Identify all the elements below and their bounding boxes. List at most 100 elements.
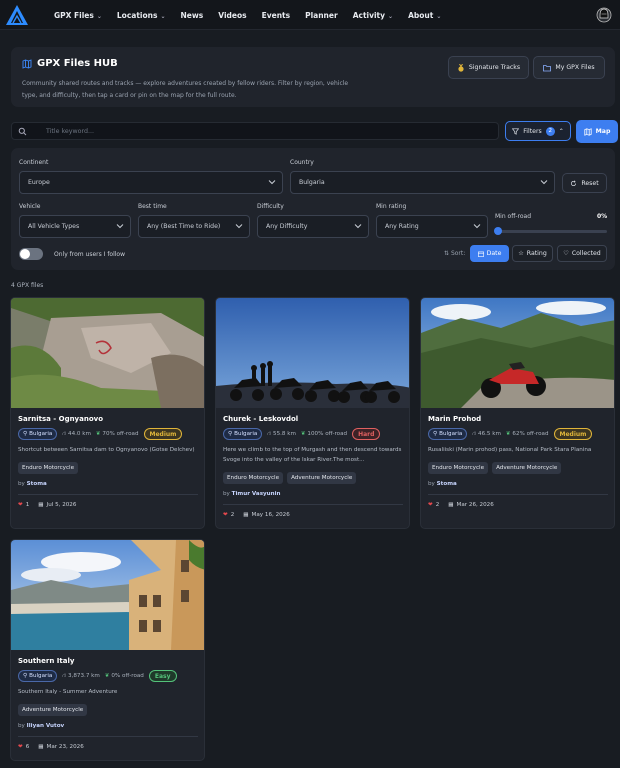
heart-icon: ❤ bbox=[223, 512, 228, 518]
card-date: ▦ Mar 26, 2026 bbox=[448, 502, 494, 508]
likes-count[interactable]: ❤ 2 bbox=[428, 502, 439, 508]
card-description: Southern Italy - Summer Adventure bbox=[18, 689, 118, 695]
slider-thumb[interactable] bbox=[494, 227, 502, 235]
funnel-icon bbox=[512, 127, 520, 135]
offroad-stat: ❦ 62% off-road bbox=[505, 431, 549, 437]
site-logo-icon[interactable] bbox=[5, 4, 29, 26]
card-footer: ❤ 2 ▦ Mar 26, 2026 bbox=[428, 502, 494, 508]
min-offroad-label: Min off-road bbox=[495, 213, 532, 220]
author-link[interactable]: Stoma bbox=[437, 481, 457, 487]
card-title[interactable]: Southern Italy bbox=[18, 657, 74, 665]
calendar-icon: ▦ bbox=[448, 502, 454, 508]
difficulty-select[interactable]: Any Difficulty bbox=[257, 215, 369, 238]
gpx-card[interactable]: Southern Italy ⚲ Bulgaria ⛙ 3,873.7 km ❦ … bbox=[10, 539, 205, 761]
min-offroad-slider[interactable] bbox=[494, 227, 607, 235]
nav-videos[interactable]: Videos bbox=[218, 11, 246, 20]
card-tags: Adventure Motorcycle bbox=[18, 704, 88, 716]
reset-icon bbox=[571, 180, 577, 186]
likes-count[interactable]: ❤ 2 bbox=[223, 512, 234, 518]
chevron-down-icon bbox=[268, 180, 276, 185]
nav-events[interactable]: Events bbox=[262, 11, 291, 20]
distance-stat: ⛙ 3,873.7 km bbox=[62, 672, 100, 679]
heart-icon: ❤ bbox=[18, 502, 23, 508]
author-link[interactable]: Stoma bbox=[27, 481, 47, 487]
filters-button[interactable]: Filters 2 ⌃ bbox=[505, 121, 571, 141]
vehicle-label: Vehicle bbox=[19, 203, 41, 210]
card-author: by Timur Vasyunin bbox=[223, 491, 281, 497]
author-link[interactable]: Timur Vasyunin bbox=[232, 491, 281, 497]
sort-collected-button[interactable]: ♡ Collected bbox=[557, 245, 607, 262]
best-time-select[interactable]: Any (Best Time to Ride) bbox=[138, 215, 250, 238]
card-title[interactable]: Churek - Leskovdol bbox=[223, 415, 298, 423]
country-badge: ⚲ Bulgaria bbox=[223, 428, 263, 440]
difficulty-badge: Hard bbox=[352, 428, 381, 440]
gpx-card[interactable]: Sarnitsa - Ognyanovo ⚲ Bulgaria ⛙ 44.0 km… bbox=[10, 297, 205, 529]
distance-stat: ⛙ 55.8 km bbox=[267, 430, 296, 437]
vehicle-select[interactable]: All Vehicle Types bbox=[19, 215, 131, 238]
author-link[interactable]: Iliyan Vutov bbox=[27, 723, 65, 729]
pin-icon: ⚲ bbox=[23, 431, 28, 437]
card-image[interactable] bbox=[11, 540, 204, 650]
gpx-card[interactable]: Marin Prohod ⚲ Bulgaria ⛙ 46.5 km ❦ 62% o… bbox=[420, 297, 615, 529]
offroad-stat: ❦ 0% off-road bbox=[104, 673, 144, 679]
card-description: Rusaliiski (Marin prohod) pass, National… bbox=[428, 447, 592, 453]
card-title[interactable]: Sarnitsa - Ognyanovo bbox=[18, 415, 103, 423]
likes-count[interactable]: ❤ 1 bbox=[18, 502, 29, 508]
likes-count[interactable]: ❤ 6 bbox=[18, 744, 29, 750]
divider bbox=[18, 494, 198, 495]
vehicle-tag: Adventure Motorcycle bbox=[287, 472, 357, 484]
card-image[interactable] bbox=[216, 298, 409, 408]
signature-tracks-button[interactable]: Signature Tracks bbox=[448, 56, 529, 79]
sort-date-button[interactable]: Date bbox=[470, 245, 509, 262]
divider bbox=[18, 736, 198, 737]
follow-toggle[interactable] bbox=[19, 248, 43, 260]
map-button[interactable]: Map bbox=[576, 120, 618, 143]
chevron-down-icon: ⌄ bbox=[160, 12, 166, 20]
nav-locations[interactable]: Locations ⌄ bbox=[117, 11, 166, 20]
hub-header: GPX Files HUB Community shared routes an… bbox=[11, 47, 615, 107]
difficulty-badge: Easy bbox=[148, 670, 177, 682]
card-stats: ⚲ Bulgaria ⛙ 46.5 km ❦ 62% off-road Mediu… bbox=[428, 428, 593, 440]
search-input[interactable] bbox=[46, 124, 486, 138]
card-image[interactable] bbox=[421, 298, 614, 408]
country-select[interactable]: Bulgaria bbox=[290, 171, 555, 194]
gpx-card[interactable]: Churek - Leskovdol ⚲ Bulgaria ⛙ 55.8 km ❦… bbox=[215, 297, 410, 529]
card-image[interactable] bbox=[11, 298, 204, 408]
chevron-down-icon: ⌄ bbox=[388, 12, 394, 20]
calendar-icon: ▦ bbox=[243, 512, 249, 518]
card-title[interactable]: Marin Prohod bbox=[428, 415, 481, 423]
chevron-down-icon bbox=[540, 180, 548, 185]
my-gpx-files-button[interactable]: My GPX Files bbox=[533, 56, 605, 79]
folder-icon bbox=[543, 64, 552, 71]
nav-planner[interactable]: Planner bbox=[305, 11, 338, 20]
nav-gpx-files[interactable]: GPX Files ⌄ bbox=[54, 11, 102, 20]
chevron-down-icon bbox=[116, 224, 124, 229]
nav-about[interactable]: About ⌄ bbox=[408, 11, 441, 20]
user-avatar-icon[interactable] bbox=[596, 6, 612, 24]
distance-stat: ⛙ 44.0 km bbox=[62, 430, 91, 437]
country-badge: ⚲ Bulgaria bbox=[18, 670, 58, 682]
chevron-down-icon: ⌄ bbox=[436, 12, 442, 20]
leaf-icon: ❦ bbox=[104, 673, 110, 679]
leaf-icon: ❦ bbox=[505, 431, 511, 437]
reset-button[interactable]: Reset bbox=[562, 173, 607, 193]
country-badge: ⚲ Bulgaria bbox=[428, 428, 468, 440]
vehicle-tag: Adventure Motorcycle bbox=[18, 704, 88, 716]
continent-select[interactable]: Europe bbox=[19, 171, 283, 194]
page-title-text: GPX Files HUB bbox=[37, 58, 118, 69]
chevron-down-icon: ⌄ bbox=[96, 12, 102, 20]
min-rating-select[interactable]: Any Rating bbox=[376, 215, 488, 238]
leaf-icon: ❦ bbox=[300, 431, 306, 437]
results-count: 4 GPX files bbox=[11, 282, 44, 289]
min-rating-label: Min rating bbox=[376, 203, 407, 210]
nav-activity[interactable]: Activity ⌄ bbox=[353, 11, 393, 20]
sort-rating-button[interactable]: ☆ Rating bbox=[512, 245, 553, 262]
star-icon: ☆ bbox=[518, 250, 524, 257]
nav-news[interactable]: News bbox=[181, 11, 204, 20]
divider bbox=[223, 504, 403, 505]
heart-icon: ❤ bbox=[428, 502, 433, 508]
continent-label: Continent bbox=[19, 159, 49, 166]
sort-icon: ⇅ bbox=[444, 250, 450, 257]
chevron-down-icon bbox=[235, 224, 243, 229]
heart-outline-icon: ♡ bbox=[563, 250, 569, 257]
